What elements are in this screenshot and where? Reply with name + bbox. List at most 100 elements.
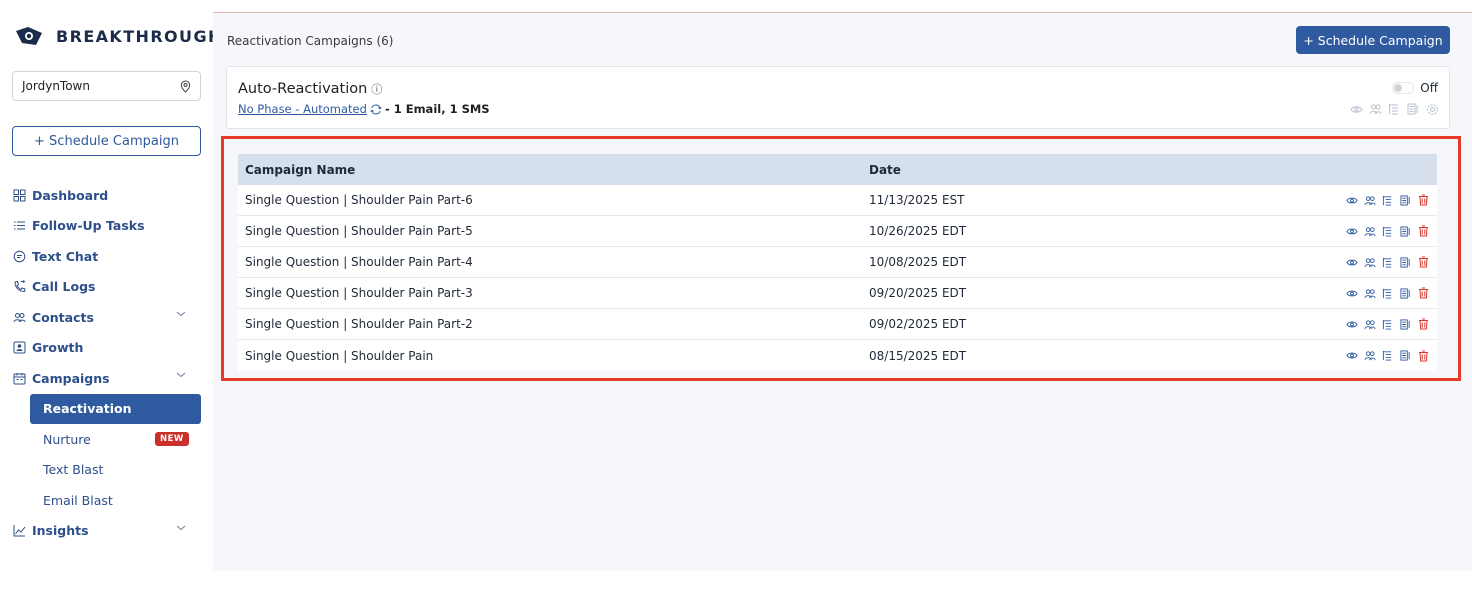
report-icon[interactable] bbox=[1399, 256, 1412, 269]
flow-icon[interactable] bbox=[1387, 102, 1401, 116]
cycle-icon bbox=[370, 102, 382, 116]
column-header-campaign-name[interactable]: Campaign Name bbox=[238, 163, 869, 177]
campaign-date-cell: 09/02/2025 EDT bbox=[869, 317, 967, 331]
growth-icon bbox=[12, 341, 26, 355]
view-icon[interactable] bbox=[1345, 318, 1358, 331]
report-icon[interactable] bbox=[1399, 287, 1412, 300]
table-row[interactable]: Single Question | Shoulder Pain Part-2 09… bbox=[238, 309, 1437, 340]
sidebar-item-label: Campaigns bbox=[32, 370, 110, 386]
calendar-icon bbox=[12, 371, 26, 385]
info-icon[interactable]: ⓘ bbox=[371, 83, 382, 96]
flow-icon[interactable] bbox=[1381, 225, 1394, 238]
sidebar-subitem-text-blast[interactable]: Text Blast bbox=[0, 455, 212, 486]
table-row[interactable]: Single Question | Shoulder Pain Part-5 10… bbox=[238, 216, 1437, 247]
table-row[interactable]: Single Question | Shoulder Pain Part-3 09… bbox=[238, 278, 1437, 309]
delete-icon[interactable] bbox=[1417, 256, 1430, 269]
audience-icon[interactable] bbox=[1363, 225, 1376, 238]
view-icon[interactable] bbox=[1345, 256, 1358, 269]
campaign-date-cell: 11/13/2025 EST bbox=[869, 193, 965, 207]
settings-icon[interactable] bbox=[1425, 102, 1439, 116]
sidebar-schedule-campaign-button[interactable]: + Schedule Campaign bbox=[12, 126, 201, 156]
dashboard-icon bbox=[12, 188, 26, 202]
campaign-table: Campaign Name Date Single Question | Sho… bbox=[238, 154, 1437, 371]
audience-icon[interactable] bbox=[1363, 349, 1376, 362]
phase-link[interactable]: No Phase - Automated bbox=[238, 102, 367, 116]
sidebar-item-label: Text Chat bbox=[32, 248, 99, 264]
contacts-icon bbox=[12, 310, 26, 324]
flow-icon[interactable] bbox=[1381, 256, 1394, 269]
table-row[interactable]: Single Question | Shoulder Pain Part-4 10… bbox=[238, 247, 1437, 278]
delete-icon[interactable] bbox=[1417, 318, 1430, 331]
sidebar: BREAKTHROUGH JordynTown + Schedule Campa… bbox=[0, 0, 221, 604]
campaign-date-cell: 10/08/2025 EDT bbox=[869, 255, 967, 269]
flow-icon[interactable] bbox=[1381, 318, 1394, 331]
report-icon[interactable] bbox=[1399, 225, 1412, 238]
delete-icon[interactable] bbox=[1417, 225, 1430, 238]
audience-icon[interactable] bbox=[1363, 194, 1376, 207]
view-icon[interactable] bbox=[1345, 225, 1358, 238]
chart-icon bbox=[12, 524, 26, 538]
report-icon[interactable] bbox=[1406, 102, 1420, 116]
sidebar-item-text-chat[interactable]: Text Chat bbox=[0, 241, 212, 272]
table-row[interactable]: Single Question | Shoulder Pain 08/15/202… bbox=[238, 340, 1437, 371]
view-icon[interactable] bbox=[1345, 287, 1358, 300]
row-actions bbox=[1319, 256, 1437, 269]
view-icon[interactable] bbox=[1349, 102, 1363, 116]
audience-icon[interactable] bbox=[1363, 287, 1376, 300]
sidebar-item-follow-up-tasks[interactable]: Follow-Up Tasks bbox=[0, 211, 212, 242]
chevron-down-icon[interactable] bbox=[176, 525, 186, 531]
report-icon[interactable] bbox=[1399, 349, 1412, 362]
new-badge: NEW bbox=[155, 432, 189, 446]
sidebar-item-dashboard[interactable]: Dashboard bbox=[0, 180, 212, 211]
sidebar-subitem-nurture[interactable]: Nurture NEW bbox=[0, 424, 212, 455]
view-icon[interactable] bbox=[1345, 194, 1358, 207]
campaign-date-cell: 10/26/2025 EDT bbox=[869, 224, 967, 238]
audience-icon[interactable] bbox=[1368, 102, 1382, 116]
flow-icon[interactable] bbox=[1381, 287, 1394, 300]
column-header-date[interactable]: Date bbox=[869, 163, 1319, 177]
flow-icon[interactable] bbox=[1381, 194, 1394, 207]
view-icon[interactable] bbox=[1345, 349, 1358, 362]
row-actions bbox=[1319, 318, 1437, 331]
sidebar-item-label: Dashboard bbox=[32, 187, 109, 203]
toggle-state-label: Off bbox=[1420, 81, 1438, 95]
brand-logo[interactable]: BREAKTHROUGH bbox=[14, 24, 223, 48]
audience-icon[interactable] bbox=[1363, 256, 1376, 269]
delete-icon[interactable] bbox=[1417, 194, 1430, 207]
row-actions bbox=[1319, 349, 1437, 362]
report-icon[interactable] bbox=[1399, 318, 1412, 331]
sidebar-item-insights[interactable]: Insights bbox=[0, 516, 212, 547]
location-select[interactable]: JordynTown bbox=[12, 71, 201, 101]
auto-reactivation-description: - 1 Email, 1 SMS bbox=[384, 102, 490, 116]
sidebar-subitem-email-blast[interactable]: Email Blast bbox=[0, 485, 212, 516]
campaign-name-cell: Single Question | Shoulder Pain Part-5 bbox=[245, 224, 473, 238]
table-body: Single Question | Shoulder Pain Part-6 11… bbox=[238, 185, 1437, 371]
campaign-date-cell: 09/20/2025 EDT bbox=[869, 286, 967, 300]
campaign-name-cell: Single Question | Shoulder Pain Part-3 bbox=[245, 286, 473, 300]
sidebar-subitem-reactivation[interactable]: Reactivation bbox=[30, 393, 201, 424]
table-row[interactable]: Single Question | Shoulder Pain Part-6 11… bbox=[238, 185, 1437, 216]
sidebar-item-label: Follow-Up Tasks bbox=[32, 218, 145, 234]
sidebar-item-call-logs[interactable]: Call Logs bbox=[0, 272, 212, 303]
sidebar-item-contacts[interactable]: Contacts bbox=[0, 302, 212, 333]
delete-icon[interactable] bbox=[1417, 287, 1430, 300]
chat-icon bbox=[12, 249, 26, 263]
schedule-campaign-button[interactable]: + Schedule Campaign bbox=[1296, 26, 1450, 54]
audience-icon[interactable] bbox=[1363, 318, 1376, 331]
sidebar-item-growth[interactable]: Growth bbox=[0, 333, 212, 364]
auto-reactivation-title-text: Auto-Reactivation bbox=[238, 81, 368, 97]
auto-reactivation-toggle[interactable] bbox=[1392, 82, 1415, 94]
flow-icon[interactable] bbox=[1381, 349, 1394, 362]
chevron-down-icon[interactable] bbox=[176, 372, 186, 378]
page-title: Reactivation Campaigns (6) bbox=[227, 34, 394, 48]
report-icon[interactable] bbox=[1399, 194, 1412, 207]
campaign-name-cell: Single Question | Shoulder Pain bbox=[245, 348, 434, 363]
campaign-name-cell: Single Question | Shoulder Pain Part-6 bbox=[245, 193, 473, 207]
auto-reactivation-toggle-group: Off bbox=[1392, 81, 1438, 95]
brand-mark-icon bbox=[14, 25, 44, 47]
delete-icon[interactable] bbox=[1417, 349, 1430, 362]
chevron-down-icon[interactable] bbox=[176, 311, 186, 317]
row-actions bbox=[1319, 287, 1437, 300]
campaign-date-cell: 08/15/2025 EDT bbox=[869, 348, 967, 363]
sidebar-item-campaigns[interactable]: Campaigns bbox=[0, 363, 212, 394]
